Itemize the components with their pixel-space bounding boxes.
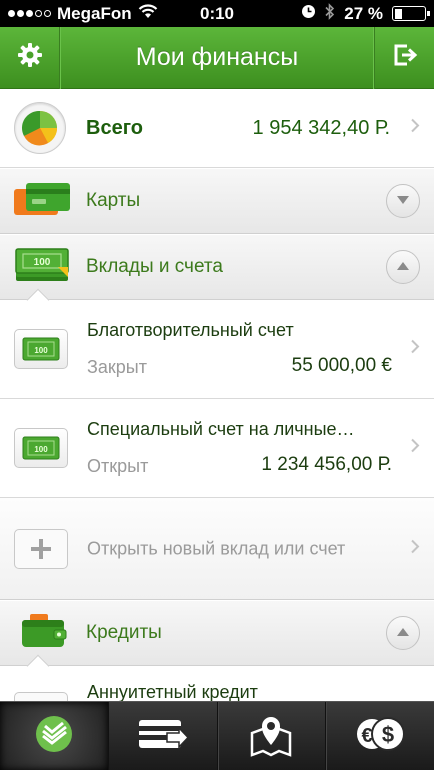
tab-bar: € $ <box>0 701 434 770</box>
section-cards-label: Карты <box>86 190 141 211</box>
finance-list[interactable]: Всего 1 954 342,40 Р. Карты 100 Вклады и… <box>0 89 434 701</box>
account-name: Благотворительный счет <box>87 320 294 340</box>
clock-icon <box>301 4 316 24</box>
signal-strength-icon <box>8 10 51 17</box>
chevron-right-icon <box>410 438 420 459</box>
expand-toggle-cards[interactable] <box>386 184 420 218</box>
chevron-up-icon <box>396 258 410 276</box>
section-cards[interactable]: Карты <box>0 168 434 234</box>
total-value: 1 954 342,40 Р. <box>252 116 390 139</box>
section-credits[interactable]: Кредиты <box>0 600 434 678</box>
carrier-name: MegaFon <box>57 3 132 23</box>
cards-icon <box>14 181 70 222</box>
chevron-right-icon <box>410 339 420 360</box>
logout-icon <box>392 42 418 73</box>
bluetooth-icon <box>325 2 335 25</box>
svg-text:$: $ <box>382 722 394 747</box>
svg-text:100: 100 <box>34 445 48 454</box>
status-bar: MegaFon 0:10 27 % <box>0 0 434 27</box>
account-status: Закрыт <box>87 357 147 377</box>
credit-row[interactable]: Аннуитетный кредит <box>0 666 434 701</box>
total-label: Всего <box>86 116 143 139</box>
account-row[interactable]: 100 Специальный счет на личные… Открыт 1… <box>0 399 434 498</box>
svg-text:€: € <box>362 725 373 747</box>
chevron-down-icon <box>396 192 410 210</box>
currency-exchange-icon: € $ <box>352 713 408 760</box>
sberbank-logo-icon <box>33 713 75 760</box>
credit-icon <box>14 692 68 701</box>
chevron-right-icon <box>410 538 420 559</box>
open-new-account-row[interactable]: Открыть новый вклад или счет <box>0 498 434 600</box>
battery-percent: 27 % <box>344 3 383 23</box>
collapse-toggle-credits[interactable] <box>386 616 420 650</box>
banknote-icon: 100 <box>14 329 68 369</box>
plus-icon <box>14 528 68 569</box>
collapse-toggle-deposits[interactable] <box>386 250 420 284</box>
account-row[interactable]: 100 Благотворительный счет Закрыт 55 000… <box>0 300 434 399</box>
chevron-right-icon <box>410 118 420 139</box>
total-row[interactable]: Всего 1 954 342,40 Р. <box>0 89 434 168</box>
section-deposits[interactable]: 100 Вклады и счета <box>0 234 434 312</box>
credit-name: Аннуитетный кредит <box>87 682 258 701</box>
tab-currency[interactable]: € $ <box>326 702 434 770</box>
wifi-icon <box>138 3 158 24</box>
svg-text:100: 100 <box>34 257 51 268</box>
card-transfer-icon <box>137 717 189 756</box>
account-balance: 1 234 456,00 Р. <box>261 454 392 475</box>
settings-button[interactable] <box>0 26 60 89</box>
tab-home[interactable] <box>0 702 109 770</box>
section-deposits-label: Вклады и счета <box>86 256 223 277</box>
chevron-up-icon <box>396 624 410 642</box>
banknote-icon: 100 <box>14 428 68 468</box>
tab-transfers[interactable] <box>109 702 218 770</box>
logout-button[interactable] <box>374 26 434 89</box>
pie-chart-icon <box>14 102 66 154</box>
tab-map[interactable] <box>218 702 327 770</box>
money-stack-icon: 100 <box>14 247 70 288</box>
svg-text:100: 100 <box>34 346 48 355</box>
map-pin-icon <box>249 711 293 762</box>
page-title: Мои финансы <box>135 43 299 71</box>
open-new-account-label: Открыть новый вклад или счет <box>87 538 346 558</box>
account-balance: 55 000,00 € <box>291 355 392 376</box>
battery-icon <box>392 6 430 21</box>
account-status: Открыт <box>87 456 149 476</box>
gear-icon <box>17 42 43 73</box>
section-credits-label: Кредиты <box>86 622 162 643</box>
app-header: Мои финансы <box>0 26 434 89</box>
wallet-icon <box>14 613 70 654</box>
account-name: Специальный счет на личные… <box>87 419 355 439</box>
